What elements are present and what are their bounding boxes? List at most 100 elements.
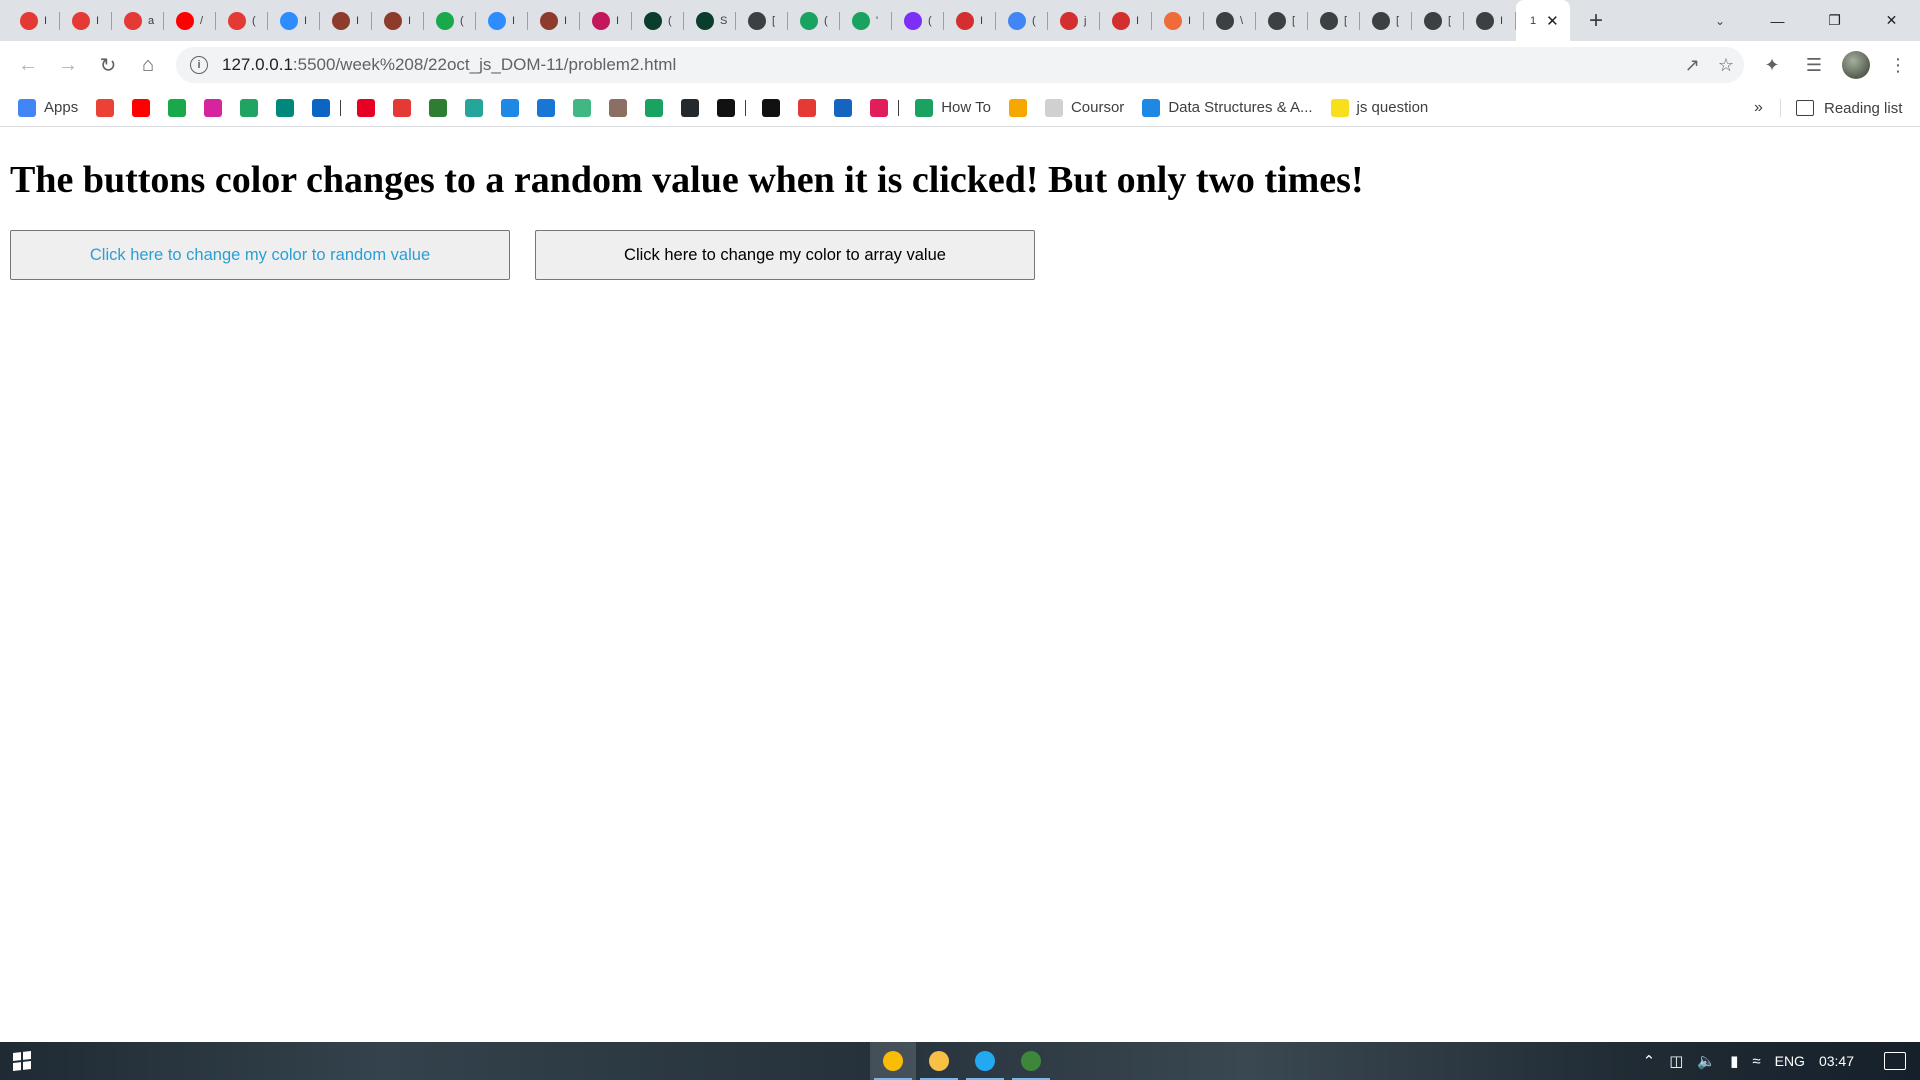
close-tab-icon[interactable]: ✕ [1546,12,1559,30]
profile-avatar[interactable] [1842,51,1870,79]
tab-title: / [200,14,204,27]
close-window-icon[interactable]: ✕ [1863,0,1920,41]
browser-tab[interactable]: [ [1308,0,1360,41]
bookmark-item[interactable] [798,94,817,122]
home-icon[interactable]: ⌂ [128,45,168,85]
extensions-puzzle-icon[interactable]: ✦ [1758,51,1786,79]
notifications-icon[interactable] [1884,1052,1906,1070]
forward-arrow-icon[interactable]: → [48,45,88,85]
address-bar[interactable]: i 127.0.0.1:5500/week%208/22oct_js_DOM-1… [176,47,1744,83]
bookmark-item[interactable] [834,94,853,122]
browser-tab[interactable]: ( [996,0,1048,41]
language-indicator[interactable]: ENG [1775,1053,1805,1069]
browser-tab[interactable]: ( [632,0,684,41]
bookmark-item[interactable] [681,94,700,122]
tab-title: a [148,14,155,27]
browser-tab[interactable]: ( [788,0,840,41]
bookmark-item[interactable] [357,94,376,122]
media-queue-icon[interactable]: ☰ [1800,51,1828,79]
bookmark-item[interactable]: How To [915,94,991,122]
browser-tab[interactable]: I [580,0,632,41]
taskbar-app[interactable] [1008,1042,1054,1080]
browser-tab[interactable]: I [372,0,424,41]
bookmark-item[interactable] [717,94,736,122]
bookmark-item[interactable]: js question [1330,94,1428,122]
back-arrow-icon[interactable]: ← [8,45,48,85]
bookmark-item[interactable]: Apps [18,94,78,122]
browser-tab[interactable]: I [1100,0,1152,41]
bookmark-item[interactable] [168,94,187,122]
start-button[interactable] [0,1042,44,1080]
restore-icon[interactable]: ❐ [1806,0,1863,41]
mail-icon [834,98,853,117]
bookmark-item[interactable] [429,94,448,122]
bookmarks-overflow-icon[interactable]: » [1754,89,1763,127]
reload-icon[interactable]: ↻ [88,45,128,85]
browser-tab[interactable]: [ [1256,0,1308,41]
bookmark-item[interactable] [537,94,556,122]
bookmark-item[interactable] [393,94,412,122]
bookmark-item[interactable] [645,94,664,122]
taskbar-app[interactable] [962,1042,1008,1080]
browser-tab[interactable]: a [112,0,164,41]
browser-tab[interactable]: j [1048,0,1100,41]
page-heading: The buttons color changes to a random va… [10,159,1364,201]
url-text[interactable]: 127.0.0.1:5500/week%208/22oct_js_DOM-11/… [222,55,676,75]
browser-tab[interactable]: S [684,0,736,41]
volume-icon[interactable]: 🔈 [1697,1052,1716,1070]
browser-tab[interactable]: \ [1204,0,1256,41]
reading-list-button[interactable]: Reading list [1796,89,1902,127]
bookmark-item[interactable]: Coursor [1044,94,1124,122]
minimize-icon[interactable]: — [1749,0,1806,41]
bookmark-item[interactable] [276,94,295,122]
browser-tab[interactable]: [ [736,0,788,41]
browser-tab[interactable]: I [528,0,580,41]
tab-search-chevron-icon[interactable]: ⌄ [1705,0,1735,41]
random-color-button[interactable]: Click here to change my color to random … [10,230,510,280]
browser-tab[interactable]: ( [424,0,476,41]
browser-tab[interactable]: ( [892,0,944,41]
browser-tab[interactable]: [ [1360,0,1412,41]
browser-tab[interactable]: I [60,0,112,41]
bookmark-item[interactable] [870,94,889,122]
browser-tab[interactable]: ( [216,0,268,41]
bookmark-item[interactable] [465,94,484,122]
bookmark-item[interactable] [132,94,151,122]
taskbar-app[interactable] [916,1042,962,1080]
browser-tab[interactable]: I [320,0,372,41]
bookmark-item[interactable] [609,94,628,122]
array-color-button[interactable]: Click here to change my color to array v… [535,230,1035,280]
browser-tab[interactable]: I [476,0,528,41]
browser-tab[interactable]: I [944,0,996,41]
battery-icon[interactable]: ▮ [1730,1052,1738,1070]
browser-tab[interactable]: I [268,0,320,41]
bookmark-item[interactable] [501,94,520,122]
bookmark-item[interactable] [1008,94,1027,122]
browser-tab[interactable]: ' [840,0,892,41]
browser-tab[interactable]: [ [1412,0,1464,41]
bookmark-item[interactable]: Data Structures & A... [1142,94,1313,122]
bookmark-item[interactable] [240,94,259,122]
show-hidden-icons-chevron-icon[interactable]: ⌃ [1643,1052,1656,1070]
browser-tab[interactable]: I [8,0,60,41]
bookmark-item[interactable] [204,94,223,122]
taskbar-app[interactable] [870,1042,916,1080]
browser-tab[interactable]: / [164,0,216,41]
bookmark-label: Data Structures & A... [1168,99,1313,116]
clock[interactable]: 03:47 [1819,1053,1854,1069]
bookmark-item[interactable] [96,94,115,122]
browser-tab[interactable]: I [1464,0,1516,41]
site-info-icon[interactable]: i [190,56,208,74]
wifi-icon[interactable]: ≈ [1752,1053,1760,1070]
menu-kebab-icon[interactable]: ⋮ [1884,51,1912,79]
bookmark-star-icon[interactable]: ☆ [1718,55,1734,76]
network-icon[interactable]: ◫ [1669,1052,1683,1070]
browser-tab[interactable]: I [1152,0,1204,41]
share-icon[interactable]: ↗ [1685,55,1700,76]
bookmark-item[interactable] [762,94,781,122]
reading-list-label: Reading list [1824,99,1903,117]
active-tab[interactable]: 1 ✕ [1516,0,1570,41]
new-tab-button[interactable]: + [1576,0,1616,41]
bookmark-item[interactable] [573,94,592,122]
bookmark-item[interactable] [312,94,331,122]
